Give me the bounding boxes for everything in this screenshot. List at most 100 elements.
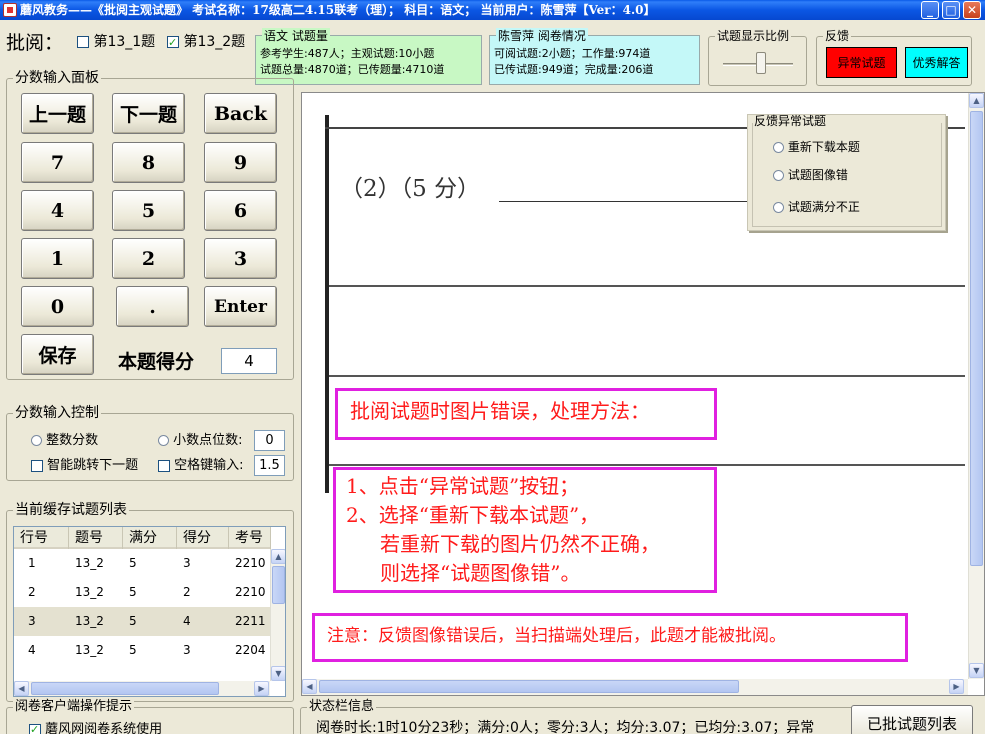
viewer-vscroll-thumb[interactable]: [970, 111, 983, 566]
client-tips-title: 阅卷客户端操作提示: [13, 699, 135, 715]
auto-next-label: 智能跳转下一题: [47, 458, 139, 473]
vscroll-thumb[interactable]: [272, 566, 285, 604]
question-image-viewer[interactable]: （2）（5 分） 反馈异常试题 重新下载本题 试题图像错 试题满分不正 批阅试题…: [301, 92, 985, 696]
scroll-up-icon[interactable]: ▲: [271, 549, 285, 564]
viewer-hscroll[interactable]: ◀ ▶: [302, 679, 968, 695]
cell-row-no: 1: [28, 556, 36, 570]
reader-stats-line2: 已传试题:949道；完成量:206道: [494, 63, 654, 76]
scroll-down-icon[interactable]: ▼: [969, 663, 984, 678]
cell-exam-no: 2204: [235, 643, 266, 657]
auto-next-checkbox[interactable]: [31, 459, 43, 472]
key-7[interactable]: 7: [21, 142, 94, 183]
key-2[interactable]: 2: [112, 238, 185, 279]
key-1[interactable]: 1: [21, 238, 94, 279]
backspace-button[interactable]: Back: [204, 93, 277, 134]
key-6[interactable]: 6: [204, 190, 277, 231]
option-redownload[interactable]: 重新下载本题: [773, 140, 860, 154]
save-button[interactable]: 保存: [21, 334, 94, 375]
integer-score-option[interactable]: 整数分数: [31, 433, 98, 449]
col-exam-no[interactable]: 考号: [229, 527, 271, 549]
key-5[interactable]: 5: [112, 190, 185, 231]
key-8[interactable]: 8: [112, 142, 185, 183]
tip-step-2: 2、选择“重新下载本试题”，: [346, 503, 600, 527]
minimize-button[interactable]: _: [921, 1, 939, 19]
scroll-left-icon[interactable]: ◀: [302, 679, 317, 694]
scroll-right-icon[interactable]: ▶: [254, 681, 269, 696]
feedback-group-title: 反馈: [823, 28, 852, 44]
tip-step-1: 1、点击“异常试题”按钮；: [346, 474, 580, 498]
reader-stats-title: 陈雪萍 阅卷情况: [496, 28, 588, 44]
status-bar-text: 阅卷时长:1时10分23秒；满分:0人；零分:3人；均分:3.07；已均分:3.…: [316, 720, 815, 734]
auto-next-option[interactable]: 智能跳转下一题: [31, 458, 138, 474]
abnormal-feedback-popup: 反馈异常试题 重新下载本题 试题图像错 试题满分不正: [747, 114, 946, 231]
mark-option-13-1-label: 第13_1题: [93, 34, 156, 50]
integer-score-radio[interactable]: [31, 435, 42, 446]
mark-option-13-2-checkbox[interactable]: [167, 34, 179, 52]
decimal-places-option[interactable]: 小数点位数:: [158, 433, 243, 449]
tip-header: 批阅试题时图片错误，处理方法：: [350, 399, 650, 423]
key-3[interactable]: 3: [204, 238, 277, 279]
space-key-checkbox[interactable]: [158, 459, 170, 472]
cell-question-no: 13_2: [75, 585, 104, 599]
option-image-error[interactable]: 试题图像错: [773, 168, 848, 182]
enter-button[interactable]: Enter: [204, 286, 277, 327]
cell-row-no: 2: [28, 585, 36, 599]
close-button[interactable]: ✕: [963, 1, 981, 19]
next-question-button[interactable]: 下一题: [112, 93, 185, 134]
scroll-right-icon[interactable]: ▶: [949, 679, 964, 694]
option-image-error-radio[interactable]: [773, 170, 784, 181]
excellent-answer-button[interactable]: 优秀解答: [905, 47, 968, 78]
client-tips-item[interactable]: 蘑风网阅卷系统使用: [29, 722, 162, 734]
scroll-down-icon[interactable]: ▼: [271, 666, 285, 681]
reader-stats-panel: 陈雪萍 阅卷情况 可阅试题:2小题；工作量:974道 已传试题:949道；完成量…: [489, 28, 700, 85]
cache-table-vscroll[interactable]: ▲ ▼: [270, 549, 285, 681]
table-row-selected[interactable]: 3 13_2 5 4 2211: [14, 607, 270, 636]
key-0[interactable]: 0: [21, 286, 94, 327]
abnormal-question-button[interactable]: 异常试题: [826, 47, 897, 78]
tip-steps-box: 1、点击“异常试题”按钮； 2、选择“重新下载本试题”， 若重新下载的图片仍然不…: [333, 467, 717, 593]
option-full-score-wrong[interactable]: 试题满分不正: [773, 200, 860, 214]
mark-option-13-2[interactable]: 第13_2题: [167, 33, 245, 52]
prev-question-button[interactable]: 上一题: [21, 93, 94, 134]
col-row-no[interactable]: 行号: [14, 527, 69, 549]
decimal-places-radio[interactable]: [158, 435, 169, 446]
col-full-score[interactable]: 满分: [123, 527, 177, 549]
decimal-places-input[interactable]: 0: [254, 430, 285, 451]
maximize-button[interactable]: □: [942, 1, 960, 19]
title-bar: 蘑风教务——《批阅主观试题》 考试名称：17级高二4.15联考（理）； 科目：语…: [0, 0, 985, 20]
viewer-hscroll-thumb[interactable]: [319, 680, 739, 693]
space-key-label: 空格键输入:: [174, 458, 244, 473]
space-key-input[interactable]: 1.5: [254, 455, 285, 476]
table-row[interactable]: 4 13_2 5 3 2204: [14, 636, 271, 665]
col-score[interactable]: 得分: [177, 527, 229, 549]
tip-note: 注意：反馈图像错误后，当扫描端处理后，此题才能被批阅。: [327, 626, 786, 646]
key-decimal[interactable]: .: [116, 286, 189, 327]
scroll-left-icon[interactable]: ◀: [14, 681, 29, 696]
viewer-vscroll[interactable]: ▲ ▼: [968, 93, 984, 679]
table-row[interactable]: 1 13_2 5 3 2210: [14, 549, 271, 578]
scroll-up-icon[interactable]: ▲: [969, 93, 984, 108]
col-question-no[interactable]: 题号: [69, 527, 123, 549]
option-redownload-radio[interactable]: [773, 142, 784, 153]
status-bar-title: 状态栏信息: [307, 699, 377, 715]
cache-table-hscroll[interactable]: ◀ ▶: [14, 681, 270, 696]
space-key-option[interactable]: 空格键输入:: [158, 458, 244, 474]
zoom-group: 试题显示比例: [708, 28, 807, 86]
client-tips-checkbox[interactable]: [29, 722, 41, 734]
batch-list-button[interactable]: 已批试题列表: [851, 705, 973, 734]
option-full-score-wrong-label: 试题满分不正: [787, 200, 860, 214]
zoom-slider-thumb[interactable]: [756, 52, 766, 74]
cell-row-no: 4: [28, 643, 36, 657]
sheet-line: [329, 464, 965, 466]
hscroll-thumb[interactable]: [31, 682, 219, 695]
score-input[interactable]: 4: [221, 348, 277, 374]
cell-full-score: 5: [129, 614, 137, 628]
cell-full-score: 5: [129, 643, 137, 657]
mark-option-13-1[interactable]: 第13_1题: [77, 33, 155, 51]
table-row[interactable]: 2 13_2 5 2 2210: [14, 578, 271, 607]
key-9[interactable]: 9: [204, 142, 277, 183]
option-full-score-wrong-radio[interactable]: [773, 202, 784, 213]
mark-option-13-1-checkbox[interactable]: [77, 36, 89, 48]
key-4[interactable]: 4: [21, 190, 94, 231]
cell-exam-no: 2210: [235, 585, 266, 599]
